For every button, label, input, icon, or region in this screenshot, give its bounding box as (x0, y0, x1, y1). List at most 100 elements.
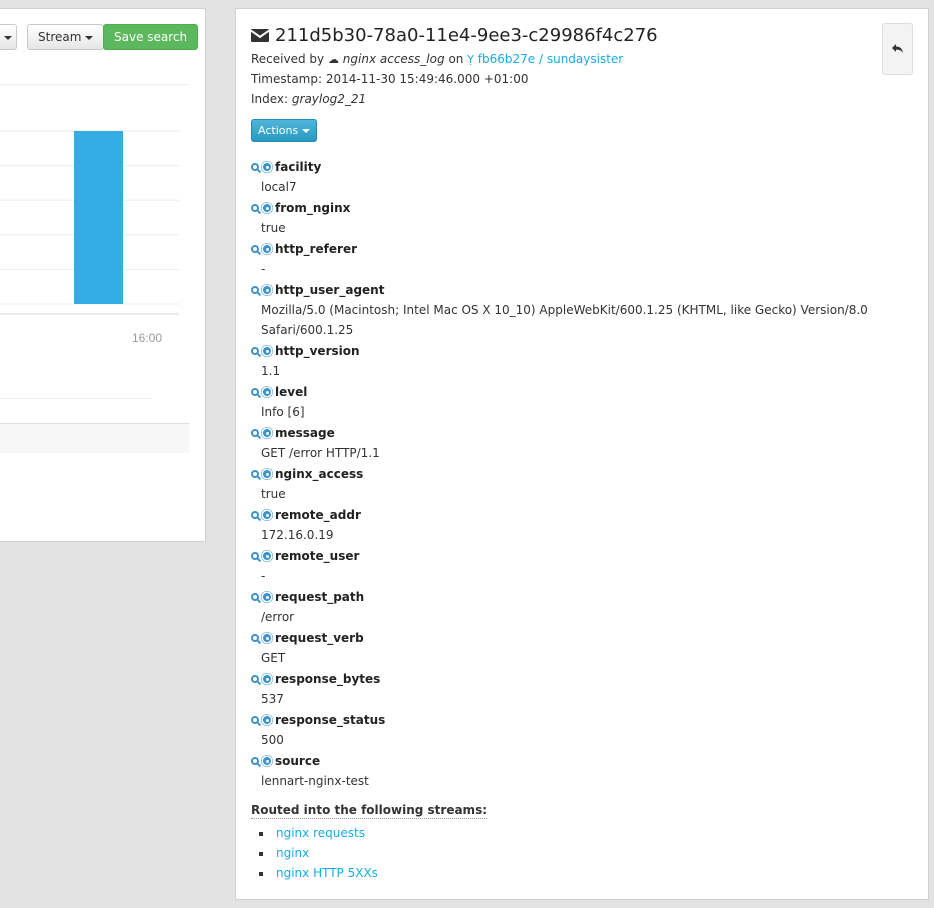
field-item: nginx_accesstrue (251, 464, 911, 504)
field-value: lennart-nginx-test (261, 774, 369, 788)
field-item: http_user_agent Mozilla/5.0 (Macintosh; I… (251, 280, 911, 340)
dropdown-button[interactable] (0, 24, 17, 50)
caret-down-icon (85, 35, 94, 40)
search-icon[interactable] (251, 757, 259, 765)
field-name: level (275, 385, 308, 399)
message-title: 211d5b30-78a0-11e4-9ee3-c29986f4c276 (251, 25, 658, 46)
field-item: remote_addr 172.16.0.19 (251, 505, 911, 545)
timestamp-line: Timestamp: 2014-11-30 15:49:46.000 +01:0… (251, 72, 528, 86)
timestamp-label: Timestamp: (251, 72, 323, 86)
gear-icon[interactable] (263, 470, 271, 478)
index-line: Index: graylog2_21 (251, 92, 366, 106)
field-value: - (261, 569, 266, 583)
field-name-row: http_version (251, 341, 911, 361)
field-name-row: nginx_access (251, 464, 911, 484)
search-icon[interactable] (251, 429, 259, 437)
search-icon[interactable] (251, 286, 259, 294)
envelope-icon (251, 29, 269, 42)
message-id: 211d5b30-78a0-11e4-9ee3-c29986f4c276 (275, 25, 658, 46)
field-item: http_referer - (251, 239, 911, 279)
search-icon[interactable] (251, 552, 259, 560)
field-value: - (261, 262, 266, 276)
field-value: local7 (261, 180, 297, 194)
fork-icon: Ỵ (467, 53, 474, 66)
gear-icon[interactable] (263, 634, 271, 642)
field-name: from_nginx (275, 201, 351, 215)
gear-icon[interactable] (263, 163, 271, 171)
search-icon[interactable] (251, 593, 259, 601)
field-value: Info [6] (261, 405, 305, 419)
search-icon[interactable] (251, 634, 259, 642)
search-icon[interactable] (251, 163, 259, 171)
received-prefix: Received by (251, 52, 325, 66)
search-icon[interactable] (251, 245, 259, 253)
field-name: message (275, 426, 335, 440)
actions-label: Actions (258, 124, 299, 137)
field-name: http_user_agent (275, 283, 385, 297)
search-icon[interactable] (251, 470, 259, 478)
gear-icon[interactable] (263, 245, 271, 253)
field-name: request_verb (275, 631, 364, 645)
timestamp-value: 2014-11-30 15:49:46.000 +01:00 (325, 72, 529, 86)
field-name-row: request_path (251, 587, 911, 607)
search-icon[interactable] (251, 716, 259, 724)
field-item: from_nginx true (251, 198, 911, 238)
field-item: http_version 1.1 (251, 341, 911, 381)
stream-list-item: nginx (251, 843, 378, 863)
field-name-row: remote_addr (251, 505, 911, 525)
divider (0, 398, 151, 399)
field-name-row: facility (251, 157, 911, 177)
gear-icon[interactable] (263, 204, 271, 212)
gear-icon[interactable] (263, 552, 271, 560)
field-value: 172.16.0.19 (261, 528, 334, 542)
field-name-row: remote_user (251, 546, 911, 566)
field-name-row: http_referer (251, 239, 911, 259)
field-item: response_bytes 537 (251, 669, 911, 709)
field-name-row: http_user_agent (251, 280, 911, 300)
histogram-bar[interactable] (74, 131, 123, 304)
save-search-label: Save search (114, 30, 188, 44)
actions-dropdown-button[interactable]: Actions (251, 119, 318, 142)
gear-icon[interactable] (263, 757, 271, 765)
field-item: request_verb GET (251, 628, 911, 668)
field-name: response_bytes (275, 672, 381, 686)
streams-title: Routed into the following streams: (251, 803, 488, 819)
stream-link[interactable]: nginx HTTP 5XXs (276, 866, 378, 880)
gear-icon[interactable] (263, 347, 271, 355)
field-value: true (261, 487, 286, 501)
message-detail-panel: 211d5b30-78a0-11e4-9ee3-c29986f4c276 Rec… (235, 8, 929, 900)
index-label: Index: (251, 92, 289, 106)
gear-icon[interactable] (263, 429, 271, 437)
gear-icon[interactable] (263, 511, 271, 519)
field-item: response_status 500 (251, 710, 911, 750)
streams-list: nginx requests nginx nginx HTTP 5XXs (251, 823, 378, 883)
index-value: graylog2_21 (291, 92, 367, 106)
gear-icon[interactable] (263, 286, 271, 294)
search-icon[interactable] (251, 675, 259, 683)
field-name: http_version (275, 344, 360, 358)
field-item: level Info [6] (251, 382, 911, 422)
field-name-row: request_verb (251, 628, 911, 648)
gear-icon[interactable] (263, 593, 271, 601)
node-link[interactable]: Ỵ fb66b27e / sundaysister (467, 52, 623, 66)
x-tick-label: 16:00 (132, 331, 162, 345)
stream-link[interactable]: nginx requests (276, 826, 365, 840)
field-value: 1.1 (261, 364, 281, 378)
save-search-button[interactable]: Save search (103, 24, 199, 50)
search-icon[interactable] (251, 347, 259, 355)
field-name: request_path (275, 590, 365, 604)
search-icon[interactable] (251, 511, 259, 519)
stream-dropdown-button[interactable]: Stream (27, 24, 105, 50)
node-link-label: fb66b27e / sundaysister (477, 52, 624, 66)
field-name: nginx_access (275, 467, 364, 481)
search-icon[interactable] (251, 388, 259, 396)
gear-icon[interactable] (263, 675, 271, 683)
gear-icon[interactable] (263, 388, 271, 396)
back-button[interactable] (882, 23, 913, 75)
search-icon[interactable] (251, 204, 259, 212)
field-value: 537 (261, 692, 284, 706)
field-value: GET (261, 651, 286, 665)
field-item: source lennart-nginx-test (251, 751, 911, 791)
stream-link[interactable]: nginx (276, 846, 309, 860)
gear-icon[interactable] (263, 716, 271, 724)
